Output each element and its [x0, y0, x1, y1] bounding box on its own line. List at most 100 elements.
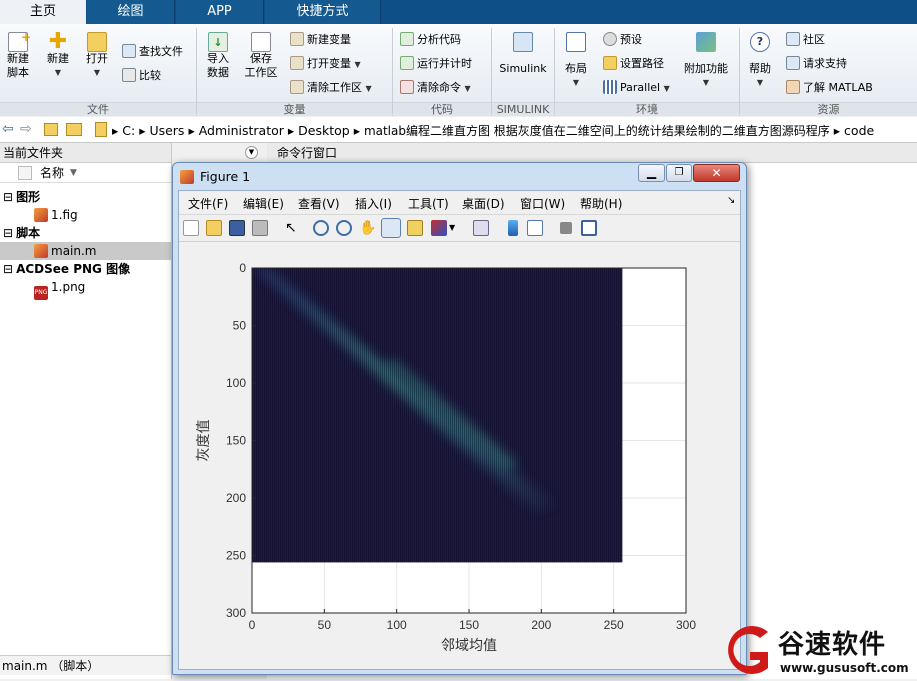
y-tick-label: 250	[226, 549, 246, 563]
new-button[interactable]: ✚ 新建 ▼	[40, 31, 76, 80]
clear-commands-button[interactable]: 清除命令 ▼	[400, 80, 471, 97]
run-and-time-button[interactable]: 运行并计时	[400, 56, 472, 72]
import-data-button[interactable]: ↓ 导入 数据	[201, 32, 235, 80]
close-button[interactable]: ✕	[693, 164, 740, 182]
preferences-button[interactable]: 预设	[603, 32, 642, 48]
zoom-in-icon[interactable]	[313, 220, 329, 236]
watermark-logo-icon	[728, 626, 768, 674]
minimize-button[interactable]: ▁	[638, 164, 665, 182]
breadcrumb-item[interactable]: C:	[122, 123, 135, 138]
hide-plot-tools-icon[interactable]	[560, 222, 572, 234]
dock-arrow-icon[interactable]: ↘	[727, 195, 735, 206]
layout-button[interactable]: 布局 ▼	[559, 32, 593, 90]
folder-group[interactable]: ⊟ ACDSee PNG 图像	[0, 260, 171, 278]
column-checkbox[interactable]	[18, 166, 32, 180]
menu-insert[interactable]: 插入(I)	[355, 195, 392, 212]
section-label-variable: 变量	[197, 102, 392, 116]
breadcrumb-item[interactable]: Users	[149, 123, 184, 138]
open-file-icon[interactable]	[206, 220, 222, 236]
addons-button[interactable]: 附加功能 ▼	[680, 32, 732, 90]
folder-group[interactable]: ⊟ 图形	[0, 188, 171, 206]
list-item-selected[interactable]: main.m	[0, 242, 171, 260]
figure-client: 文件(F) 编辑(E) 查看(V) 插入(I) 工具(T) 桌面(D) 窗口(W…	[178, 190, 741, 670]
new-figure-icon[interactable]	[183, 220, 199, 236]
link-plot-icon[interactable]	[473, 220, 489, 236]
folder-group[interactable]: ⊟ 脚本	[0, 224, 171, 242]
clear-workspace-button[interactable]: 清除工作区 ▼	[290, 80, 372, 97]
tab-apps[interactable]: APP	[176, 0, 264, 24]
addons-icon	[696, 32, 716, 52]
zoom-out-icon[interactable]	[336, 220, 352, 236]
y-tick-label: 100	[226, 376, 246, 390]
compare-icon	[122, 68, 136, 82]
menu-window[interactable]: 窗口(W)	[520, 195, 565, 212]
learn-matlab-button[interactable]: 了解 MATLAB	[786, 80, 873, 96]
menu-desktop[interactable]: 桌面(D)	[462, 195, 505, 212]
community-icon	[786, 32, 800, 46]
x-tick-label: 250	[604, 618, 624, 632]
new-variable-icon	[290, 32, 304, 46]
dropdown-arrow-icon[interactable]: ▼	[449, 220, 457, 236]
x-tick-label: 150	[459, 618, 479, 632]
up-folder-icon[interactable]	[44, 123, 58, 136]
folder-icon	[87, 32, 107, 52]
data-cursor-icon[interactable]	[407, 220, 423, 236]
heatmap-cell-grid	[252, 268, 623, 563]
breadcrumb-item[interactable]: code	[844, 123, 874, 138]
tab-plots[interactable]: 绘图	[87, 0, 175, 24]
path-folder-icon	[95, 122, 107, 137]
breadcrumb-item[interactable]: Desktop	[298, 123, 350, 138]
png-file-icon: PNG	[34, 286, 48, 300]
save-icon[interactable]	[229, 220, 245, 236]
list-item[interactable]: 1.fig	[34, 206, 171, 224]
y-tick-label: 200	[226, 491, 246, 505]
save-workspace-button[interactable]: 保存 工作区	[242, 32, 280, 80]
analyze-code-button[interactable]: 分析代码	[400, 32, 461, 48]
request-support-button[interactable]: 请求支持	[786, 56, 847, 72]
compare-button[interactable]: 比较	[122, 68, 161, 84]
new-script-button[interactable]: + 新建 脚本	[2, 30, 34, 80]
menu-file[interactable]: 文件(F)	[188, 195, 228, 212]
dropdown-arrow-icon: ▼	[365, 84, 372, 93]
show-plot-tools-icon[interactable]	[581, 220, 597, 236]
restore-button[interactable]: ❐	[666, 164, 692, 182]
pointer-icon[interactable]: ↖	[285, 220, 301, 236]
address-bar: ⇦ ⇨ ▸ C: ▸ Users ▸ Administrator ▸ Deskt…	[0, 117, 917, 143]
new-variable-button[interactable]: 新建变量	[290, 32, 351, 48]
menu-help[interactable]: 帮助(H)	[580, 195, 622, 212]
parallel-button[interactable]: Parallel ▼	[603, 80, 670, 97]
tab-shortcuts[interactable]: 快捷方式	[265, 0, 381, 24]
plot-area: 0 50 100 150 200 250 300 0 50 100 150 200 250 300 邻域均值…	[179, 243, 740, 669]
legend-icon[interactable]	[527, 220, 543, 236]
menu-view[interactable]: 查看(V)	[298, 195, 340, 212]
open-button[interactable]: 打开 ▼	[80, 32, 114, 80]
column-header[interactable]: 名称 ▼	[0, 163, 171, 183]
heatmap-chart[interactable]: 0 50 100 150 200 250 300050100150200250300邻域均值…	[179, 243, 740, 669]
help-button[interactable]: ? 帮助 ▼	[744, 32, 776, 90]
breadcrumb: ▸ C: ▸ Users ▸ Administrator ▸ Desktop ▸…	[112, 123, 875, 138]
tab-home[interactable]: 主页	[0, 0, 86, 24]
figure-window[interactable]: Figure 1 ▁ ❐ ✕ 文件(F) 编辑(E) 查看(V) 插入(I) 工…	[172, 162, 747, 675]
rotate-3d-icon[interactable]	[381, 218, 401, 238]
gear-icon	[603, 32, 617, 46]
breadcrumb-item[interactable]: Administrator	[199, 123, 284, 138]
breadcrumb-item[interactable]: matlab编程二维直方图 根据灰度值在二维空间上的统计结果绘制的二维直方图源码…	[364, 124, 830, 138]
print-icon[interactable]	[252, 220, 268, 236]
simulink-button[interactable]: Simulink	[497, 32, 549, 76]
colorbar-icon[interactable]	[508, 220, 518, 236]
set-path-button[interactable]: 设置路径	[603, 56, 664, 72]
back-arrow-icon[interactable]: ⇦	[2, 121, 14, 137]
menu-tools[interactable]: 工具(T)	[408, 195, 449, 212]
forward-arrow-icon[interactable]: ⇨	[20, 121, 32, 137]
panel-collapse-icon[interactable]: ▼	[245, 146, 258, 159]
menu-edit[interactable]: 编辑(E)	[243, 195, 284, 212]
community-button[interactable]: 社区	[786, 32, 825, 48]
find-files-button[interactable]: 查找文件	[122, 44, 183, 60]
section-label-environment: 环境	[555, 102, 739, 116]
pan-hand-icon[interactable]: ✋	[359, 220, 376, 236]
open-variable-button[interactable]: 打开变量 ▼	[290, 56, 361, 73]
browse-folder-icon[interactable]	[66, 123, 82, 136]
list-item[interactable]: PNG 1.png	[34, 278, 171, 300]
find-files-icon	[122, 44, 136, 58]
brush-icon[interactable]	[431, 220, 447, 236]
